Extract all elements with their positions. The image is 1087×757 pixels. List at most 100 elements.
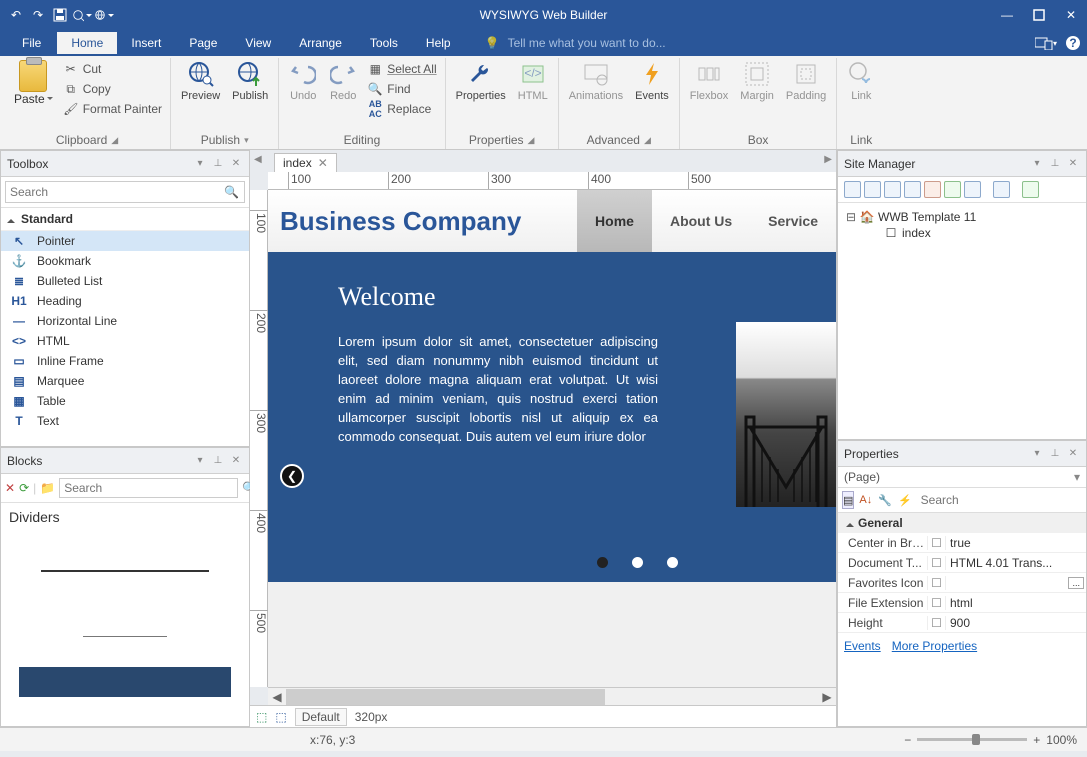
preview-qat-button[interactable] — [72, 5, 92, 25]
tab-nav-right-icon[interactable]: ▶ — [824, 154, 832, 165]
sm-new-page-button[interactable] — [844, 181, 861, 198]
padding-button[interactable]: Padding — [782, 58, 830, 104]
carousel-dot-3[interactable] — [667, 557, 678, 568]
html-button[interactable]: </>HTML — [514, 58, 552, 104]
preview-button[interactable]: Preview — [177, 58, 224, 104]
block-preview-footer[interactable] — [19, 667, 231, 697]
menu-help[interactable]: Help — [412, 32, 465, 54]
scroll-left-icon[interactable]: ◀ — [268, 689, 286, 705]
nav-services[interactable]: Service — [750, 190, 836, 252]
browse-button[interactable]: ... — [1068, 577, 1084, 589]
tab-index[interactable]: index ✕ — [274, 153, 337, 172]
scroll-right-icon[interactable]: ▶ — [818, 689, 836, 705]
prop-bolt-button[interactable]: ⚡ — [897, 491, 913, 509]
events-button[interactable]: Events — [631, 58, 673, 104]
carousel-dot-1[interactable] — [597, 557, 608, 568]
pin-icon[interactable]: ⊥ — [1048, 157, 1062, 171]
menu-page[interactable]: Page — [175, 32, 231, 54]
zoom-out-button[interactable]: − — [904, 733, 911, 747]
toolbox-category-standard[interactable]: Standard — [1, 208, 249, 231]
panel-close-icon[interactable]: ✕ — [229, 454, 243, 468]
pin-icon[interactable]: ⊥ — [211, 157, 225, 171]
paste-button[interactable]: Paste — [10, 58, 57, 108]
toolbox-item-text[interactable]: TText — [1, 411, 249, 431]
toolbox-item-inline-frame[interactable]: ▭Inline Frame — [1, 351, 249, 371]
sm-delete-button[interactable] — [924, 181, 941, 198]
property-row[interactable]: Document T...☐HTML 4.01 Trans... — [838, 553, 1086, 573]
panel-close-icon[interactable]: ✕ — [1066, 447, 1080, 461]
sm-properties-button[interactable] — [944, 181, 961, 198]
find-button[interactable]: 🔍Find — [365, 80, 438, 98]
blocks-refresh-icon[interactable]: ⟳ — [19, 479, 29, 497]
toolbox-item-horizontal-line[interactable]: —Horizontal Line — [1, 311, 249, 331]
property-row[interactable]: Center in Bro...☐true — [838, 533, 1086, 553]
page-checkbox-icon[interactable]: ☐ — [884, 226, 898, 240]
zoom-in-button[interactable]: + — [1033, 733, 1040, 747]
clipboard-launcher[interactable]: ◢ — [111, 135, 118, 146]
scroll-thumb[interactable] — [286, 689, 605, 705]
property-row[interactable]: Favorites Icon☐... — [838, 573, 1086, 593]
tree-page-index[interactable]: ☐ index — [846, 225, 1078, 241]
tree-expand-icon[interactable]: ⊟ — [846, 210, 856, 224]
toolbox-item-html[interactable]: <>HTML — [1, 331, 249, 351]
vertical-ruler[interactable]: 100200300400500 — [250, 190, 268, 687]
blocks-delete-icon[interactable]: ✕ — [5, 479, 15, 497]
pin-icon[interactable]: ⊥ — [211, 454, 225, 468]
menu-file[interactable]: File — [6, 32, 57, 54]
link-button[interactable]: Link — [843, 58, 879, 104]
property-category-general[interactable]: General — [838, 513, 1086, 533]
replace-button[interactable]: ABACReplace — [365, 100, 438, 118]
blocks-section-dividers[interactable]: Dividers — [1, 503, 249, 531]
menu-tools[interactable]: Tools — [356, 32, 412, 54]
carousel-prev-button[interactable]: ❮ — [280, 464, 304, 488]
margin-button[interactable]: Margin — [736, 58, 778, 104]
sm-new-folder-button[interactable] — [864, 181, 881, 198]
prop-wrench-button[interactable]: 🔧 — [877, 491, 893, 509]
panel-dropdown-icon[interactable]: ▾ — [193, 157, 207, 171]
toolbox-item-heading[interactable]: H1Heading — [1, 291, 249, 311]
panel-dropdown-icon[interactable]: ▾ — [1030, 447, 1044, 461]
canvas[interactable]: Business Company Home About Us Service W… — [268, 190, 836, 687]
properties-search-input[interactable] — [917, 491, 1080, 509]
tell-me-search[interactable]: 💡 Tell me what you want to do... — [485, 36, 666, 50]
blocks-search-input[interactable] — [59, 478, 238, 498]
toolbox-item-bulleted-list[interactable]: ≣Bulleted List — [1, 271, 249, 291]
cut-button[interactable]: ✂Cut — [61, 60, 164, 78]
sm-copy-button[interactable] — [964, 181, 981, 198]
flexbox-button[interactable]: Flexbox — [686, 58, 733, 104]
tab-close-icon[interactable]: ✕ — [318, 156, 328, 170]
menu-insert[interactable]: Insert — [117, 32, 175, 54]
breakpoint-selector[interactable]: Default — [295, 708, 347, 726]
sm-up-button[interactable] — [993, 181, 1010, 198]
save-qat-button[interactable] — [50, 5, 70, 25]
search-icon[interactable]: 🔍 — [224, 185, 239, 199]
toolbox-item-table[interactable]: ▦Table — [1, 391, 249, 411]
block-preview-thin[interactable] — [19, 621, 231, 651]
pin-icon[interactable]: ⊥ — [1048, 447, 1062, 461]
menu-arrange[interactable]: Arrange — [285, 32, 356, 54]
panel-dropdown-icon[interactable]: ▾ — [1030, 157, 1044, 171]
events-link[interactable]: Events — [844, 639, 881, 653]
carousel-dot-2[interactable] — [632, 557, 643, 568]
format-painter-button[interactable]: 🖌Format Painter — [61, 100, 164, 118]
prop-categorized-button[interactable]: ▤ — [842, 491, 854, 509]
animations-button[interactable]: Animations — [565, 58, 627, 104]
property-row[interactable]: File Extension☐html — [838, 593, 1086, 613]
toolbox-item-pointer[interactable]: ↖Pointer — [1, 231, 249, 251]
minimize-button[interactable]: — — [995, 3, 1019, 27]
close-button[interactable]: ✕ — [1059, 3, 1083, 27]
properties-button[interactable]: Properties — [452, 58, 510, 104]
select-all-button[interactable]: ▦Select All — [365, 60, 438, 78]
search-icon[interactable]: 🔍 — [1084, 492, 1087, 509]
sm-down-button[interactable] — [1022, 181, 1039, 198]
block-preview-line[interactable] — [19, 541, 231, 601]
publish-launcher[interactable]: ▾ — [244, 135, 249, 146]
toolbox-search-input[interactable] — [5, 181, 245, 203]
responsive-icon-2[interactable]: ⬚ — [275, 710, 286, 724]
toolbox-item-marquee[interactable]: ▤Marquee — [1, 371, 249, 391]
tree-root[interactable]: ⊟ 🏠 WWB Template 11 — [846, 209, 1078, 225]
nav-home[interactable]: Home — [577, 190, 652, 252]
undo-qat-button[interactable]: ↶ — [6, 5, 26, 25]
zoom-slider[interactable] — [917, 738, 1027, 741]
maximize-button[interactable] — [1027, 3, 1051, 27]
